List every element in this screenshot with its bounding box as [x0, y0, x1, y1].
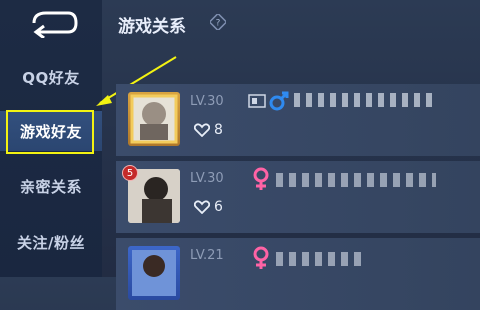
svg-text:?: ? — [216, 19, 221, 29]
female-icon — [253, 246, 269, 269]
sidebar-item-qq-friends[interactable]: QQ好友 — [0, 57, 102, 97]
likes-counter: 6 — [194, 199, 223, 215]
highlight-box — [6, 110, 94, 154]
heart-icon — [194, 123, 210, 137]
avatar — [128, 92, 180, 146]
friend-row[interactable]: LV.30 8 — [116, 84, 480, 156]
friend-row[interactable]: LV.21 — [116, 238, 480, 310]
friend-row[interactable]: 5 LV.30 6 — [116, 161, 480, 233]
male-icon — [269, 91, 289, 111]
sidebar-item-follow-fans[interactable]: 关注/粉丝 — [0, 222, 102, 262]
back-arrow-icon[interactable] — [24, 8, 80, 38]
female-icon — [253, 167, 269, 190]
rank-badge: 5 — [122, 165, 138, 181]
level-text: LV.30 — [190, 94, 224, 109]
page-title: 游戏关系 — [118, 17, 186, 37]
likes-count: 8 — [214, 122, 223, 138]
likes-counter: 8 — [194, 122, 223, 138]
level-text: LV.30 — [190, 171, 224, 186]
likes-count: 6 — [214, 199, 223, 215]
obscured-name — [276, 173, 436, 187]
help-icon[interactable]: ? — [210, 14, 226, 30]
sidebar-item-label: 亲密关系 — [19, 177, 82, 196]
id-card-icon — [248, 94, 266, 108]
avatar — [128, 246, 180, 300]
heart-icon — [194, 200, 210, 214]
level-text: LV.21 — [190, 248, 224, 263]
sidebar-item-label: 关注/粉丝 — [17, 233, 85, 252]
obscured-name — [276, 252, 362, 266]
sidebar-item-intimate-relations[interactable]: 亲密关系 — [0, 166, 102, 206]
obscured-name — [294, 93, 434, 107]
sidebar-item-label: QQ好友 — [22, 68, 80, 87]
